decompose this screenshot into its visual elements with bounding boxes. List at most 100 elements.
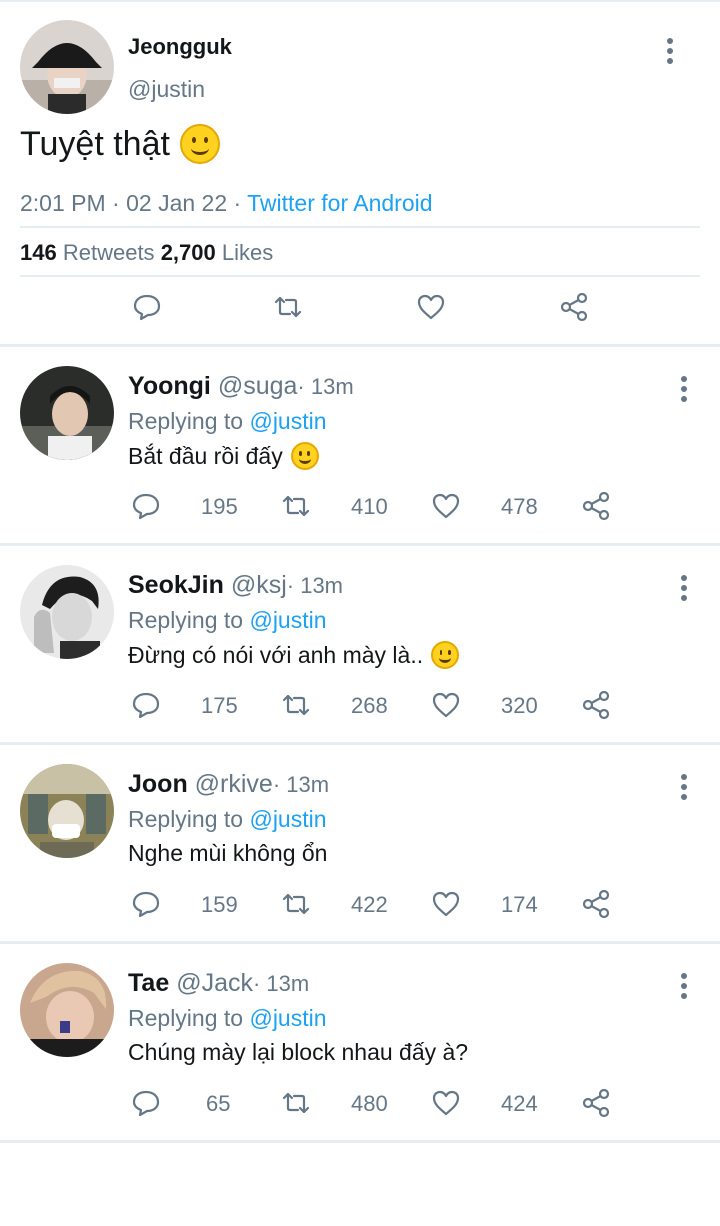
replying-to-link[interactable]: @justin <box>249 806 326 832</box>
reply-author-name[interactable]: Joon <box>128 770 188 798</box>
like-icon[interactable] <box>431 690 461 720</box>
reply-author-name[interactable]: Tae <box>128 969 169 997</box>
reply-tweet[interactable]: Joon @rkive· 13m Replying to @justin Ngh… <box>0 744 720 941</box>
reply-text-content: Chúng mày lại block nhau đấy à? <box>128 1039 469 1065</box>
like-count[interactable]: 2,700 <box>161 240 216 265</box>
reply-header: Joon @rkive· 13m <box>128 770 329 799</box>
avatar[interactable] <box>20 764 114 858</box>
retweet-count: 268 <box>351 693 388 718</box>
share-icon[interactable] <box>581 690 611 720</box>
retweet-icon[interactable] <box>273 292 303 322</box>
avatar[interactable] <box>20 20 114 114</box>
retweet-count: 422 <box>351 892 388 917</box>
reply-author-name[interactable]: SeokJin <box>128 571 224 599</box>
replying-to: Replying to @justin <box>128 806 327 833</box>
reply-text-content: Nghe mùi không ổn <box>128 840 328 866</box>
like-icon[interactable] <box>431 889 461 919</box>
reply-icon[interactable] <box>132 292 162 322</box>
reply-text: Bắt đầu rồi đấy <box>128 442 319 470</box>
reply-actions: 159 422 174 <box>0 886 720 922</box>
like-count: 478 <box>501 494 538 519</box>
reply-text: Chúng mày lại block nhau đấy à? <box>128 1039 468 1066</box>
reply-author-handle[interactable]: @rkive <box>195 770 273 798</box>
reply-time: · 13m <box>272 772 330 797</box>
like-icon[interactable] <box>431 1088 461 1118</box>
smile-emoji-icon <box>431 641 460 669</box>
replying-to-label: Replying to <box>128 408 244 434</box>
reply-time: · 13m <box>286 573 344 598</box>
retweet-icon[interactable] <box>281 889 311 919</box>
avatar[interactable] <box>20 565 114 659</box>
smile-emoji-icon <box>179 124 220 164</box>
replying-to-link[interactable]: @justin <box>249 408 326 434</box>
tweet-text-content: Tuyệt thật <box>20 124 170 163</box>
replying-to-link[interactable]: @justin <box>249 1005 326 1031</box>
reply-tweet[interactable]: Tae @Jack· 13m Replying to @justin Chúng… <box>0 943 720 1140</box>
like-count: 174 <box>501 892 538 917</box>
main-tweet: Jeongguk @justin Tuyệt thật 2:01 PM · 02… <box>0 0 720 346</box>
reply-count: 195 <box>201 494 238 519</box>
retweet-count: 480 <box>351 1091 388 1116</box>
reply-icon[interactable] <box>131 889 161 919</box>
avatar[interactable] <box>20 963 114 1057</box>
like-icon[interactable] <box>416 292 446 322</box>
share-icon[interactable] <box>581 1088 611 1118</box>
tweet-meta: 2:01 PM · 02 Jan 22 · Twitter for Androi… <box>20 190 433 217</box>
share-icon[interactable] <box>559 292 589 322</box>
share-icon[interactable] <box>581 491 611 521</box>
share-icon[interactable] <box>581 889 611 919</box>
replying-to: Replying to @justin <box>128 1005 327 1032</box>
reply-actions: 175 268 320 <box>0 687 720 723</box>
reply-header: Tae @Jack· 13m <box>128 969 309 998</box>
retweet-label[interactable]: Retweets <box>63 240 155 265</box>
tweet-text: Tuyệt thật <box>20 124 220 164</box>
reply-time: · 13m <box>297 374 354 399</box>
reply-time: · 13m <box>252 971 310 996</box>
tweet-source-link[interactable]: Twitter for Android <box>247 190 432 216</box>
more-vertical-icon[interactable] <box>665 38 675 68</box>
reply-author-name[interactable]: Yoongi <box>128 372 211 400</box>
reply-count: 159 <box>201 892 238 917</box>
reply-text: Đừng có nói với anh mày là.. <box>128 641 460 669</box>
replying-to: Replying to @justin <box>128 408 327 435</box>
retweet-icon[interactable] <box>281 1088 311 1118</box>
reply-icon[interactable] <box>131 491 161 521</box>
reply-tweet[interactable]: Yoongi @suga· 13m Replying to @justin Bắ… <box>0 346 720 543</box>
more-vertical-icon[interactable] <box>679 774 689 804</box>
retweet-icon[interactable] <box>281 491 311 521</box>
author-name[interactable]: Jeongguk <box>128 34 232 60</box>
reply-count: 65 <box>206 1091 231 1116</box>
tweet-actions <box>0 290 720 326</box>
retweet-count[interactable]: 146 <box>20 240 57 265</box>
reply-icon[interactable] <box>131 690 161 720</box>
reply-icon[interactable] <box>131 1088 161 1118</box>
tweet-stats: 146 Retweets 2,700 Likes <box>20 240 273 266</box>
smile-emoji-icon <box>290 442 319 470</box>
reply-text-content: Đừng có nói với anh mày là.. <box>128 641 424 668</box>
more-vertical-icon[interactable] <box>679 575 689 605</box>
section-divider <box>0 1140 720 1143</box>
author-handle[interactable]: @justin <box>128 76 205 103</box>
avatar[interactable] <box>20 366 114 460</box>
like-label[interactable]: Likes <box>222 240 273 265</box>
divider <box>20 275 700 277</box>
reply-author-handle[interactable]: @Jack <box>176 969 253 997</box>
reply-author-handle[interactable]: @ksj <box>231 571 287 599</box>
replying-to-link[interactable]: @justin <box>249 607 326 633</box>
retweet-count: 410 <box>351 494 388 519</box>
retweet-icon[interactable] <box>281 690 311 720</box>
more-vertical-icon[interactable] <box>679 376 689 406</box>
reply-author-handle[interactable]: @suga <box>218 372 298 400</box>
reply-text: Nghe mùi không ổn <box>128 840 327 867</box>
reply-actions: 195 410 478 <box>0 488 720 524</box>
more-vertical-icon[interactable] <box>679 973 689 1003</box>
reply-actions: 65 480 424 <box>0 1085 720 1121</box>
reply-tweet[interactable]: SeokJin @ksj· 13m Replying to @justin Đừ… <box>0 545 720 742</box>
replying-to: Replying to @justin <box>128 607 327 634</box>
divider <box>20 226 700 228</box>
reply-count: 175 <box>201 693 238 718</box>
reply-header: Yoongi @suga· 13m <box>128 372 354 401</box>
like-icon[interactable] <box>431 491 461 521</box>
replying-to-label: Replying to <box>128 1005 244 1031</box>
reply-header: SeokJin @ksj· 13m <box>128 571 343 600</box>
